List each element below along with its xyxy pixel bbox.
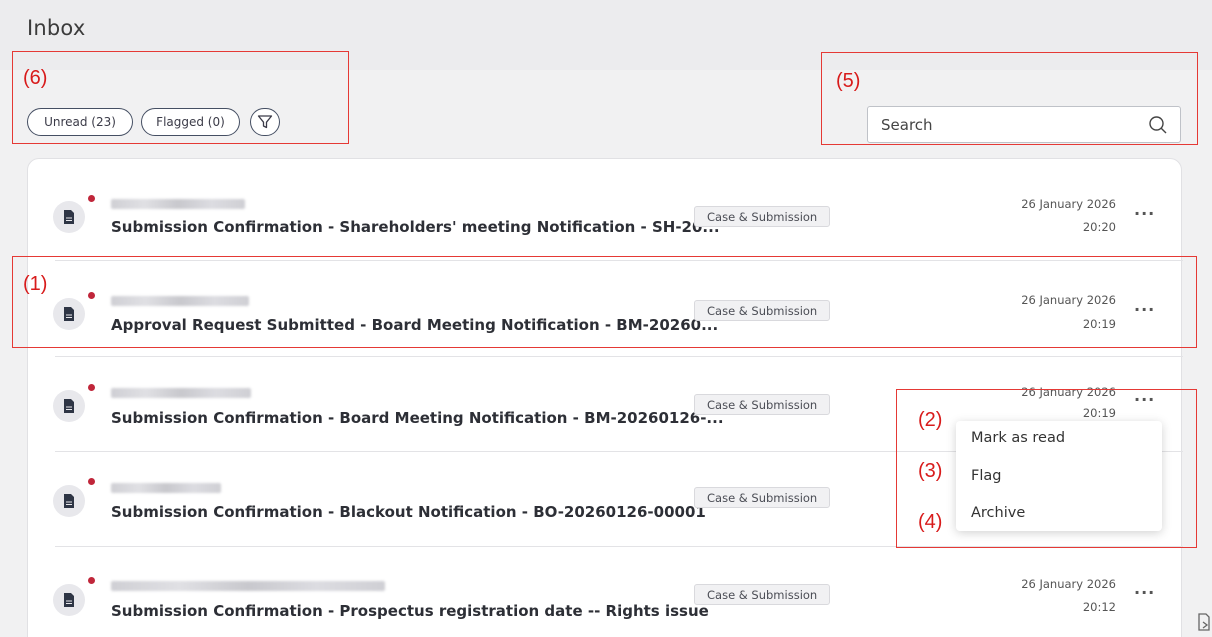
export-icon[interactable]	[1197, 612, 1211, 634]
unread-indicator	[88, 577, 95, 584]
more-options-icon[interactable]: ···	[1134, 583, 1155, 602]
message-date: 26 January 2026	[1021, 577, 1116, 591]
document-icon-badge	[53, 485, 85, 517]
message-time: 20:20	[1082, 220, 1116, 234]
annotation-label-3: (3)	[918, 460, 943, 482]
document-icon	[64, 593, 74, 607]
annotation-label-1: (1)	[23, 273, 48, 295]
message-date: 26 January 2026	[1021, 197, 1116, 211]
unread-indicator	[88, 195, 95, 202]
message-subject[interactable]: Submission Confirmation - Shareholders' …	[111, 218, 720, 236]
annotation-box-6	[12, 51, 349, 144]
document-icon-badge	[53, 584, 85, 616]
sender-redacted	[111, 388, 251, 398]
sender-redacted	[111, 483, 221, 493]
message-subject[interactable]: Submission Confirmation - Board Meeting …	[111, 409, 724, 427]
category-tag: Case & Submission	[694, 394, 831, 415]
page-title: Inbox	[27, 16, 86, 40]
category-tag: Case & Submission	[694, 206, 831, 227]
document-icon-badge	[53, 201, 85, 233]
message-subject[interactable]: Submission Confirmation - Prospectus reg…	[111, 602, 709, 620]
annotation-label-6: (6)	[23, 67, 48, 89]
message-subject[interactable]: Submission Confirmation - Blackout Notif…	[111, 503, 706, 521]
message-time: 20:12	[1082, 600, 1116, 614]
document-icon	[64, 399, 74, 413]
unread-indicator	[88, 384, 95, 391]
message-row[interactable]: Submission Confirmation - Prospectus reg…	[28, 546, 1183, 637]
unread-indicator	[88, 478, 95, 485]
annotation-label-4: (4)	[918, 511, 943, 533]
document-icon	[64, 494, 74, 508]
message-row[interactable]: Submission Confirmation - Shareholders' …	[28, 159, 1183, 253]
document-icon-badge	[53, 390, 85, 422]
annotation-label-2: (2)	[918, 409, 943, 431]
document-icon	[64, 210, 74, 224]
sender-redacted	[111, 581, 385, 591]
annotation-box-1	[12, 256, 1197, 348]
annotation-box-5	[821, 52, 1198, 145]
annotation-label-5: (5)	[836, 70, 861, 92]
category-tag: Case & Submission	[694, 487, 831, 508]
category-tag: Case & Submission	[694, 584, 831, 605]
more-options-icon[interactable]: ···	[1134, 204, 1155, 223]
sender-redacted	[111, 199, 245, 209]
